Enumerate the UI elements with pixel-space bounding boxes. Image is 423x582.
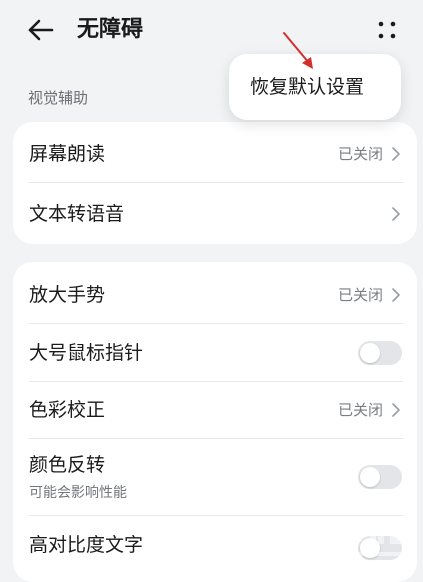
section-label-visual-aids: 视觉辅助 [28, 89, 89, 107]
row-label: 色彩校正 [29, 399, 106, 421]
large-pointer-toggle[interactable] [358, 341, 402, 365]
row-label: 屏幕朗读 [29, 143, 106, 165]
page-title: 无障碍 [77, 17, 144, 42]
chevron-right-icon [392, 288, 400, 302]
setting-row-large-pointer[interactable]: 大号鼠标指针 [13, 324, 417, 382]
chevron-right-icon [392, 403, 400, 417]
setting-row-magnification-gesture[interactable]: 放大手势 已关闭 [13, 262, 417, 324]
row-label: 放大手势 [29, 284, 106, 306]
menu-item-label: 恢复默认设置 [250, 76, 365, 98]
red-arrow-annotation [283, 32, 313, 69]
row-value: 已关闭 [337, 145, 383, 163]
chevron-right-icon [392, 207, 400, 221]
setting-row-text-to-speech[interactable]: 文本转语音 [13, 183, 417, 244]
watermark-logo [310, 515, 406, 556]
toggle-knob [360, 467, 380, 487]
chevron-right-icon [392, 147, 400, 161]
row-label: 文本转语音 [29, 203, 125, 225]
title-bar: 无障碍 [0, 0, 423, 60]
setting-row-screen-reader[interactable]: 屏幕朗读 已关闭 [13, 122, 417, 183]
row-label: 大号鼠标指针 [29, 342, 144, 364]
row-value: 已关闭 [337, 286, 383, 304]
row-sublabel: 可能会影响性能 [29, 485, 127, 501]
back-arrow-icon[interactable] [26, 16, 56, 44]
more-dots-icon[interactable] [372, 16, 402, 44]
visual-aids-card: 屏幕朗读 已关闭 文本转语音 [13, 122, 417, 244]
setting-row-color-inversion[interactable]: 颜色反转 可能会影响性能 [13, 439, 417, 516]
setting-row-color-correction[interactable]: 色彩校正 已关闭 [13, 382, 417, 439]
color-inversion-toggle[interactable] [358, 465, 402, 489]
row-label: 高对比度文字 [29, 534, 144, 556]
row-value: 已关闭 [337, 401, 383, 419]
toggle-knob [360, 343, 380, 363]
row-label: 颜色反转 [29, 454, 106, 476]
